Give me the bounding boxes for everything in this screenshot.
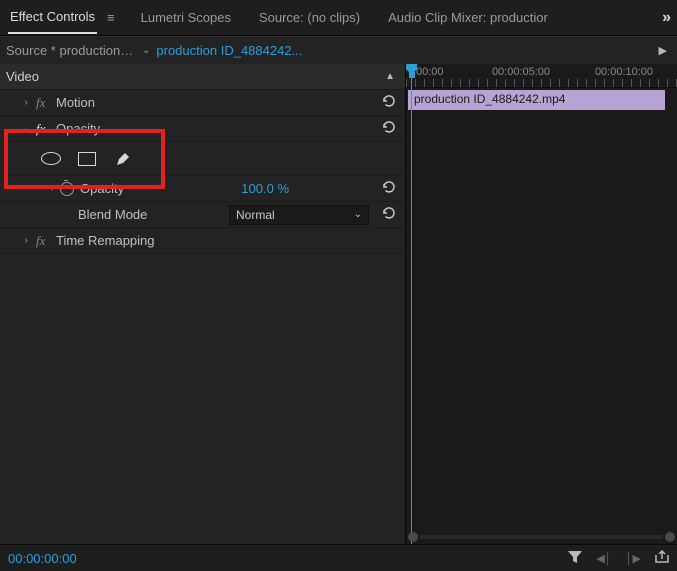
blend-mode-value: Normal [236, 208, 275, 222]
collapse-icon[interactable]: ▲ [385, 71, 399, 82]
tab-overflow-icon[interactable]: » [662, 9, 669, 27]
video-header-label: Video [6, 69, 39, 84]
fx-badge-icon: fx [36, 233, 52, 249]
export-frame-icon[interactable] [655, 551, 669, 566]
tab-audio-clip-mixer[interactable]: Audio Clip Mixer: productior [386, 2, 550, 33]
clip-duration-bar[interactable]: production ID_4884242.mp4 [408, 90, 665, 110]
playhead-line[interactable] [411, 64, 412, 544]
active-clip-link[interactable]: production ID_4884242... [156, 43, 302, 58]
step-forward-icon[interactable]: │▶ [626, 552, 641, 565]
footer-bar: 00:00:00:00 ◀│ │▶ [0, 544, 677, 571]
video-section-header[interactable]: Video ▲ [0, 64, 405, 90]
panel-menu-icon[interactable]: ≡ [107, 10, 115, 25]
tab-lumetri-scopes[interactable]: Lumetri Scopes [139, 2, 233, 33]
twirl-icon[interactable]: › [20, 97, 32, 108]
time-ruler[interactable]: 00:00 00:00:05:00 00:00:10:00 [406, 64, 677, 88]
time-remapping-label: Time Remapping [56, 233, 155, 248]
filter-icon[interactable] [568, 551, 582, 566]
reset-param-icon[interactable] [379, 180, 399, 198]
motion-label: Motion [56, 95, 95, 110]
time-remapping-row[interactable]: › fx Time Remapping [0, 228, 405, 254]
current-timecode[interactable]: 00:00:00:00 [8, 551, 77, 566]
motion-effect-row[interactable]: › fx Motion [0, 90, 405, 116]
source-dropdown-icon[interactable]: ⌄ [136, 45, 156, 56]
tab-effect-controls[interactable]: Effect Controls [8, 1, 97, 34]
timeline-zoom-scrollbar[interactable] [406, 530, 677, 544]
ruler-tick: 00:00 [416, 66, 444, 78]
annotation-highlight [4, 129, 165, 189]
opacity-value[interactable]: 100.0 % [241, 181, 289, 196]
blend-mode-row: Blend Mode Normal ⌄ [0, 202, 405, 228]
blend-mode-label: Blend Mode [78, 207, 147, 222]
play-only-icon[interactable]: ▶ [655, 44, 671, 57]
reset-param-icon[interactable] [379, 206, 399, 224]
zoom-handle-left[interactable] [408, 532, 418, 542]
tab-source[interactable]: Source: (no clips) [257, 2, 362, 33]
blend-mode-dropdown[interactable]: Normal ⌄ [229, 205, 369, 225]
fx-badge-icon: fx [36, 95, 52, 111]
source-clip-selector: Source * production ID_48... ⌄ productio… [0, 36, 677, 64]
twirl-icon[interactable]: › [20, 235, 32, 246]
panel-tab-bar: Effect Controls ≡ Lumetri Scopes Source:… [0, 0, 677, 36]
ruler-tick: 00:00:05:00 [492, 66, 550, 78]
chevron-down-icon: ⌄ [354, 209, 362, 220]
ruler-tick: 00:00:10:00 [595, 66, 653, 78]
zoom-handle-right[interactable] [665, 532, 675, 542]
mini-timeline: 00:00 00:00:05:00 00:00:10:00 production… [405, 64, 677, 544]
source-master-label: Source * production ID_48... [6, 43, 136, 58]
reset-effect-icon[interactable] [379, 120, 399, 138]
reset-effect-icon[interactable] [379, 94, 399, 112]
step-back-icon[interactable]: ◀│ [596, 552, 611, 565]
